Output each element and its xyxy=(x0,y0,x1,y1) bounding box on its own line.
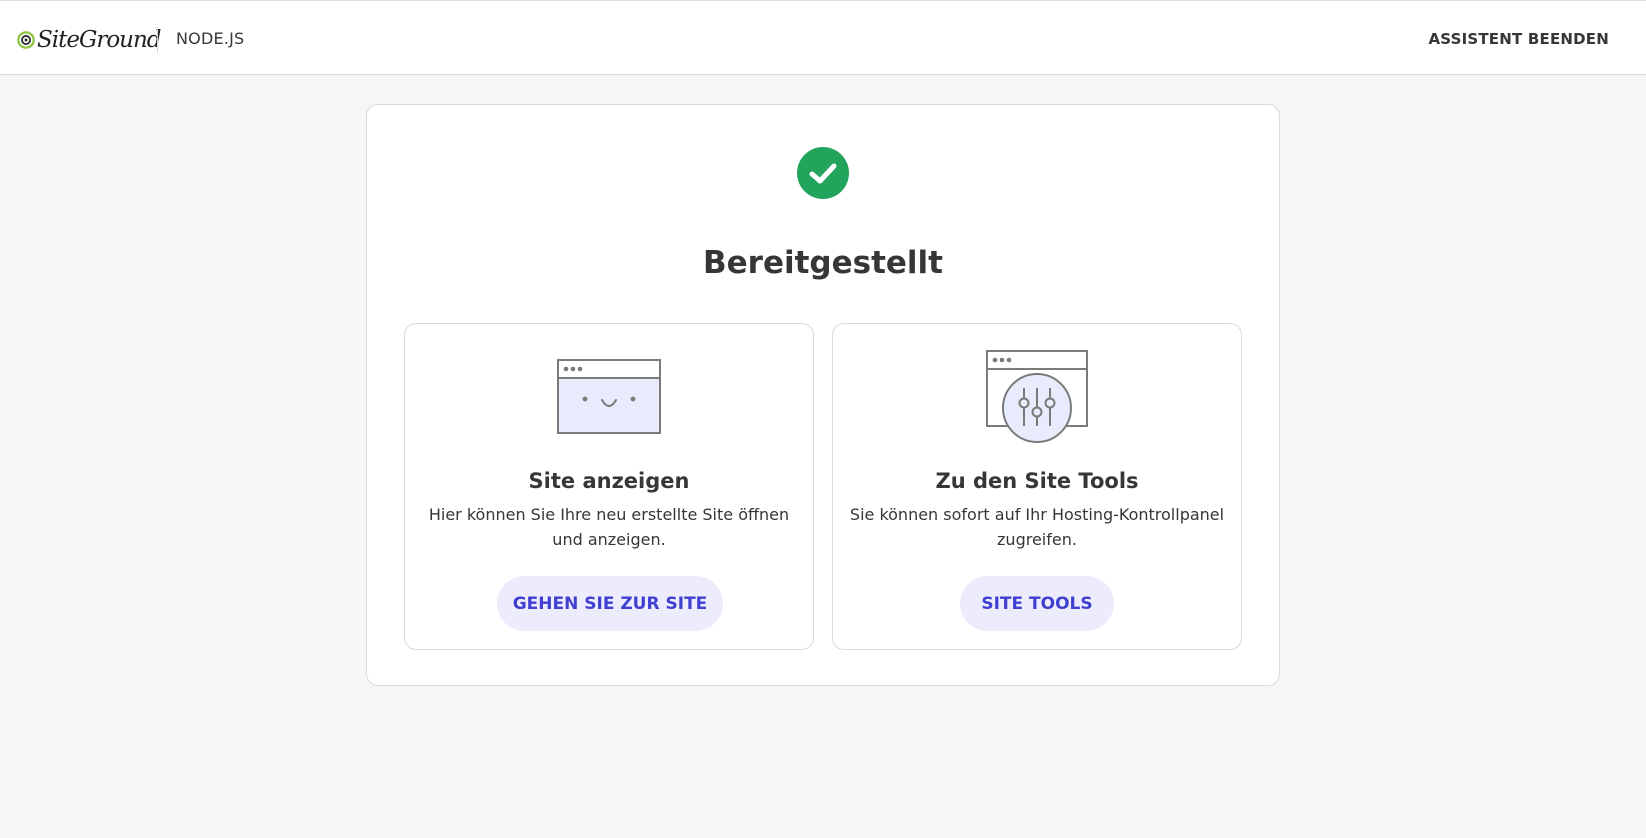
option-card-view-site: Site anzeigen Hier können Sie Ihre neu e… xyxy=(404,323,814,650)
logo-text: SiteGround xyxy=(37,27,162,53)
option-description: Sie können sofort auf Ihr Hosting-Kontro… xyxy=(849,505,1225,549)
siteground-logo[interactable]: SiteGround xyxy=(17,25,162,55)
option-description: Hier können Sie Ihre neu erstellte Site … xyxy=(428,505,790,549)
header-divider xyxy=(157,27,158,53)
page-title: Bereitgestellt xyxy=(703,245,943,281)
browser-window-smiley-icon xyxy=(557,359,661,434)
site-tools-button[interactable]: SITE TOOLS xyxy=(960,576,1114,631)
go-to-site-button[interactable]: GEHEN SIE ZUR SITE xyxy=(497,576,723,631)
option-title: Zu den Site Tools xyxy=(935,469,1139,493)
product-name: NODE.JS xyxy=(176,29,245,48)
siteground-logo-icon xyxy=(17,31,35,49)
exit-wizard-button[interactable]: ASSISTENT BEENDEN xyxy=(1428,30,1609,48)
top-header: SiteGround NODE.JS ASSISTENT BEENDEN xyxy=(0,0,1646,75)
result-card: Bereitgestellt Site anzeigen Hier können… xyxy=(366,104,1280,686)
check-circle-icon xyxy=(797,147,849,199)
option-card-site-tools: Zu den Site Tools Sie können sofort auf … xyxy=(832,323,1242,650)
option-title: Site anzeigen xyxy=(528,469,690,493)
browser-window-sliders-icon xyxy=(986,350,1088,443)
